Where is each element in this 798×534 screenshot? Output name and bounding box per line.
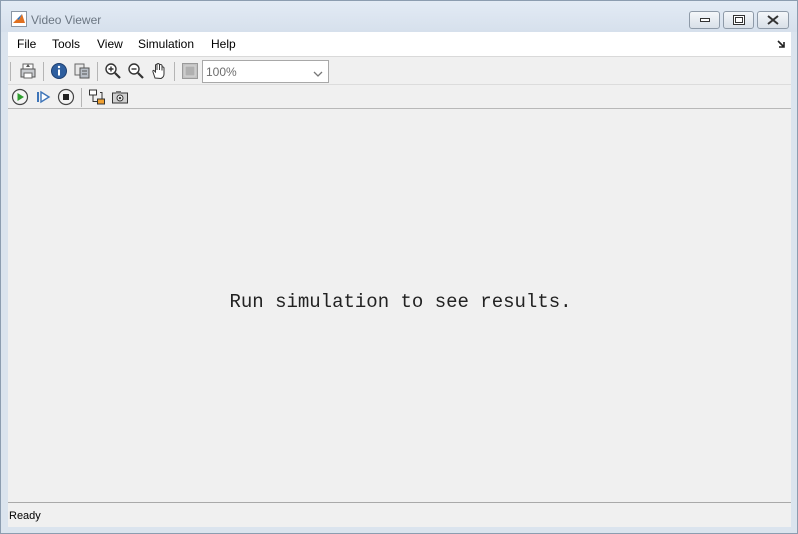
title-bar[interactable]: Video Viewer [1,1,797,32]
status-bar: Ready [8,502,791,527]
step-forward-icon[interactable] [34,88,52,106]
menu-view[interactable]: View [97,37,123,51]
minimize-button[interactable] [689,11,720,29]
restore-button[interactable] [723,11,754,29]
menu-help[interactable]: Help [211,37,236,51]
zoom-out-icon[interactable] [127,62,145,80]
toolbar-separator [97,62,98,81]
matlab-logo-icon [11,11,27,27]
close-icon [767,15,779,25]
chevron-down-icon [313,67,323,77]
toolbar-separator [43,62,44,81]
menu-tools[interactable]: Tools [52,37,80,51]
run-icon[interactable] [11,88,29,106]
simulation-toolbar [8,86,791,109]
menu-file[interactable]: File [17,37,36,51]
fit-to-view-icon [181,62,199,80]
restore-icon [732,15,745,25]
close-button[interactable] [757,11,789,29]
toolbar-separator [81,88,82,107]
main-toolbar: 100% [8,58,791,85]
print-icon[interactable] [19,62,37,80]
zoom-level-value: 100% [206,65,237,79]
status-text: Ready [9,510,41,522]
status-message: Run simulation to see results. [229,291,572,313]
window-title: Video Viewer [31,13,102,27]
highlight-block-icon[interactable] [88,88,106,106]
client-area: File Tools View Simulation Help 100% Run… [8,32,791,527]
toolbar-grip [10,62,11,81]
pan-icon[interactable] [150,62,168,80]
video-display-area: Run simulation to see results. [8,110,791,502]
toolbar-separator [174,62,175,81]
undock-arrow-icon[interactable] [777,38,787,48]
properties-icon[interactable] [73,62,91,80]
menu-bar: File Tools View Simulation Help [8,32,791,57]
info-icon[interactable] [50,62,68,80]
stop-icon[interactable] [57,88,75,106]
zoom-in-icon[interactable] [104,62,122,80]
zoom-level-select[interactable]: 100% [202,60,329,83]
minimize-icon [699,18,710,22]
menu-simulation[interactable]: Simulation [138,37,194,51]
snapshot-icon[interactable] [111,88,129,106]
app-window: Video Viewer File Tools View Simulation … [0,0,798,534]
